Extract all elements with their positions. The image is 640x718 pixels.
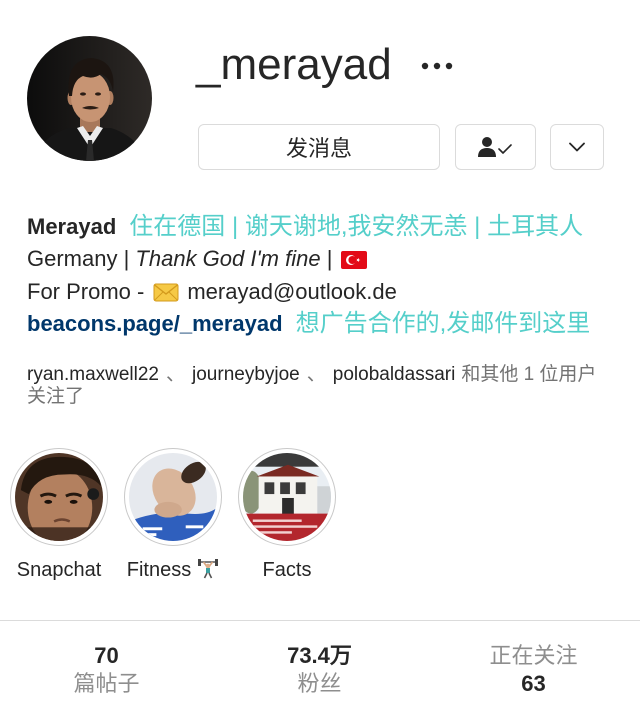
followed-by-user[interactable]: ryan.maxwell22 [27, 364, 159, 385]
stat-following-value: 63 [521, 671, 546, 696]
suggested-accounts-button[interactable] [550, 124, 604, 170]
stat-following-label: 正在关注 [489, 643, 578, 668]
highlight-cover-image [243, 453, 331, 541]
followed-by-line: ryan.maxwell22 、 journeybyjoe 、 polobaldassa… [27, 364, 596, 386]
bio-link-translation: 想广告合作的,发邮件到这里 [295, 310, 591, 337]
highlight-cover-image [15, 453, 103, 541]
highlight-label: Facts [262, 559, 312, 581]
bio-promo-line: For Promo - merayad@outlook.de [27, 276, 397, 308]
bio-name-translation: 住在德国 | 谢天谢地,我安然无恙 | 土耳其人 [129, 213, 584, 240]
bio-full-name: Merayad [27, 214, 117, 239]
bio-separator: | [320, 246, 339, 271]
turkey-flag-icon [340, 246, 367, 278]
chevron-down-icon [569, 142, 585, 152]
bio-link-line: beacons.page/_merayad 想广告合作的,发邮件到这里 [27, 308, 590, 340]
followed-by-verb: 关注了 [27, 386, 85, 407]
envelope-icon [153, 279, 179, 311]
stat-following[interactable]: 正在关注 63 [427, 642, 640, 698]
bio-name-line: Merayad 住在德国 | 谢天谢地,我安然无恙 | 土耳其人 [27, 211, 583, 243]
highlight-facts[interactable] [238, 448, 336, 546]
stat-followers-value: 73.4万 [287, 643, 352, 668]
profile-username: _merayad [196, 40, 392, 89]
stats-divider [0, 620, 640, 621]
message-button[interactable]: 发消息 [198, 124, 440, 170]
followed-by[interactable]: ryan.maxwell22 、 journeybyjoe 、 polobaldassa… [27, 364, 596, 408]
bio-location-text: Germany | [27, 246, 136, 271]
highlight-label-fitness: Fitness [118, 557, 228, 586]
stat-followers[interactable]: 73.4万 粉丝 [213, 642, 426, 698]
bio-email: merayad@outlook.de [187, 279, 397, 304]
more-options-icon[interactable] [420, 56, 454, 76]
stat-posts-value: 70 [94, 643, 119, 668]
avatar-photo [27, 36, 152, 161]
highlight-fitness[interactable] [124, 448, 222, 546]
weightlifter-icon [197, 557, 219, 586]
followed-by-others: 和其他 1 位用户 [461, 364, 597, 385]
stat-posts[interactable]: 70 篇帖子 [0, 642, 213, 698]
followed-by-separator: 、 [166, 364, 186, 385]
followed-by-separator: 、 [306, 364, 326, 385]
stat-followers-label: 粉丝 [297, 671, 342, 696]
bio-promo-text: For Promo - [27, 279, 145, 304]
bio-location-line: Germany | Thank God I'm fine | [27, 243, 367, 275]
followed-by-user[interactable]: polobaldassari [333, 364, 456, 385]
following-button[interactable] [455, 124, 536, 170]
profile-avatar[interactable] [27, 36, 152, 161]
highlight-snapchat[interactable] [10, 448, 108, 546]
stat-posts-label: 篇帖子 [73, 671, 140, 696]
bio-external-link[interactable]: beacons.page/_merayad [27, 311, 283, 336]
highlight-label: Snapchat [16, 559, 102, 581]
person-check-icon [477, 136, 514, 158]
bio-tagline: Thank God I'm fine [135, 246, 321, 271]
highlight-label: Fitness [126, 559, 192, 581]
message-button-label: 发消息 [285, 136, 352, 161]
highlight-cover-image [129, 453, 217, 541]
followed-by-user[interactable]: journeybyjoe [192, 364, 300, 385]
